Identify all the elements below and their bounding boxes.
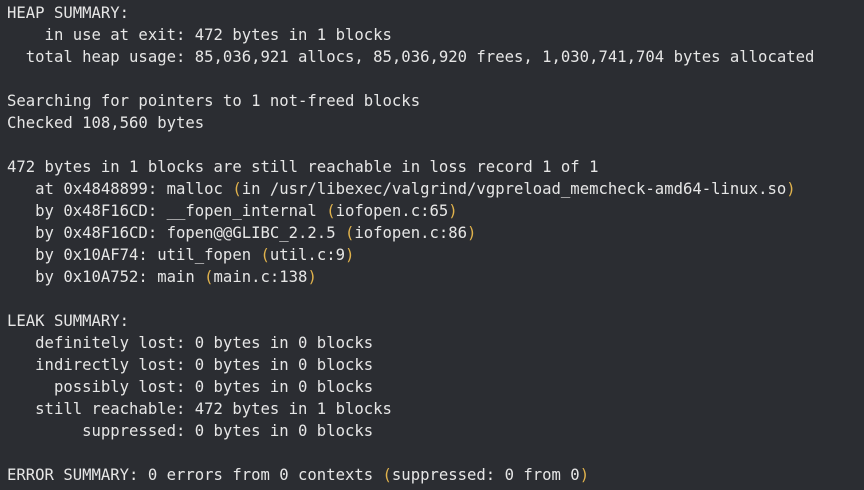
terminal-line: LEAK SUMMARY: (7, 310, 864, 332)
terminal-output[interactable]: HEAP SUMMARY: in use at exit: 472 bytes … (0, 0, 864, 490)
terminal-text: definitely lost: 0 bytes in 0 blocks (7, 334, 374, 352)
paren-glyph: ) (786, 180, 796, 198)
paren-glyph: ( (204, 268, 214, 286)
paren-glyph: ) (344, 246, 355, 264)
terminal-line: Checked 108,560 bytes (7, 112, 864, 134)
paren-glyph: ) (579, 466, 590, 484)
terminal-text: Searching for pointers to 1 not-freed bl… (7, 92, 421, 110)
paren-glyph: ) (307, 268, 317, 286)
terminal-text: still reachable: 472 bytes in 1 blocks (7, 400, 392, 418)
terminal-line: indirectly lost: 0 bytes in 0 blocks (7, 354, 864, 376)
terminal-line: definitely lost: 0 bytes in 0 blocks (7, 332, 864, 354)
terminal-text: by 0x48F16CD: fopen@@GLIBC_2.2.5 (7, 224, 345, 242)
terminal-text: in /usr/libexec/valgrind/vgpreload_memch… (241, 180, 787, 198)
terminal-text: iofopen.c:86 (354, 224, 468, 242)
terminal-text: ERROR SUMMARY: 0 errors from 0 contexts (7, 466, 383, 484)
paren-glyph: ( (344, 224, 355, 242)
terminal-text: at 0x4848899: malloc (7, 180, 233, 198)
paren-glyph: ( (382, 466, 392, 484)
terminal-text: by 0x10A752: main (7, 268, 205, 286)
terminal-line: in use at exit: 472 bytes in 1 blocks (7, 24, 864, 46)
terminal-line: at 0x4848899: malloc (in /usr/libexec/va… (7, 178, 864, 200)
terminal-line: ERROR SUMMARY: 0 errors from 0 contexts … (7, 464, 864, 486)
terminal-line: by 0x48F16CD: __fopen_internal (iofopen.… (7, 200, 864, 222)
terminal-text: by 0x10AF74: util_fopen (7, 246, 261, 264)
terminal-line: 472 bytes in 1 blocks are still reachabl… (7, 156, 864, 178)
terminal-text: suppressed: 0 bytes in 0 blocks (7, 422, 374, 440)
terminal-text: main.c:138 (213, 268, 308, 286)
terminal-line: still reachable: 472 bytes in 1 blocks (7, 398, 864, 420)
terminal-line: total heap usage: 85,036,921 allocs, 85,… (7, 46, 864, 68)
terminal-text: iofopen.c:65 (335, 202, 449, 220)
terminal-line: by 0x10A752: main (main.c:138) (7, 266, 864, 288)
terminal-line: by 0x48F16CD: fopen@@GLIBC_2.2.5 (iofope… (7, 222, 864, 244)
paren-glyph: ( (232, 180, 242, 198)
paren-glyph: ( (326, 202, 336, 220)
terminal-line: suppressed: 0 bytes in 0 blocks (7, 420, 864, 442)
terminal-text: possibly lost: 0 bytes in 0 blocks (7, 378, 374, 396)
terminal-text: HEAP SUMMARY: (7, 4, 130, 22)
terminal-line: Searching for pointers to 1 not-freed bl… (7, 90, 864, 112)
terminal-text: total heap usage: 85,036,921 allocs, 85,… (7, 48, 815, 66)
paren-glyph: ) (467, 224, 477, 242)
paren-glyph: ) (448, 202, 458, 220)
terminal-text: in use at exit: 472 bytes in 1 blocks (7, 26, 392, 44)
terminal-line: by 0x10AF74: util_fopen (util.c:9) (7, 244, 864, 266)
terminal-line: HEAP SUMMARY: (7, 2, 864, 24)
terminal-text: 472 bytes in 1 blocks are still reachabl… (7, 158, 599, 176)
terminal-text: suppressed: 0 from 0 (391, 466, 580, 484)
terminal-text: util.c:9 (269, 246, 345, 264)
terminal-text: indirectly lost: 0 bytes in 0 blocks (7, 356, 374, 374)
terminal-text: by 0x48F16CD: __fopen_internal (7, 202, 327, 220)
paren-glyph: ( (260, 246, 270, 264)
terminal-text: LEAK SUMMARY: (7, 312, 130, 330)
terminal-text: Checked 108,560 bytes (7, 114, 205, 132)
terminal-line: possibly lost: 0 bytes in 0 blocks (7, 376, 864, 398)
